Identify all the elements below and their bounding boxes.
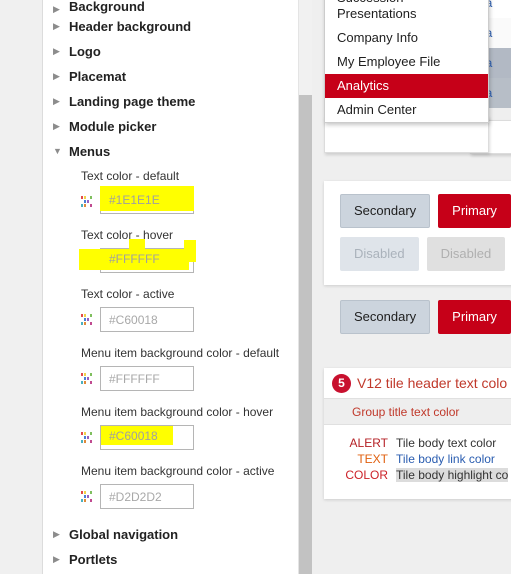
tile-body-highlight: Tile body highlight co [396, 468, 509, 482]
text-color-active-input[interactable] [100, 307, 194, 332]
primary-button-alt[interactable]: Primary [438, 300, 511, 334]
menu-item-admin-center[interactable]: Admin Center [325, 98, 488, 122]
menu-item-bg-hover-input[interactable] [100, 425, 194, 450]
tree-node-label: Global navigation [69, 527, 179, 542]
field-label: Text color - hover [81, 228, 174, 242]
tree-node-label: Logo [69, 44, 101, 59]
left-gutter [0, 0, 43, 574]
tile-body-text-line: Tile body text color [396, 435, 511, 451]
theme-preview-area: w ba w ba w ba w ba Succession Presentat… [312, 0, 511, 574]
tree-node-label: Landing page theme [69, 94, 196, 109]
field-row [81, 366, 296, 391]
tile-body-link[interactable]: Tile body link color [396, 452, 495, 466]
field-text-color-active: Text color - active [81, 286, 296, 332]
color-swatch-icon[interactable] [81, 373, 92, 384]
chevron-right-icon[interactable]: ▶ [53, 72, 67, 81]
field-label: Text color - active [81, 287, 175, 301]
field-text-color-hover: Text color - hover #FFFFFF [79, 227, 296, 273]
tile-subheader: Group title text color [324, 398, 511, 425]
field-row: #C60018 [81, 425, 296, 450]
tree-node-label: Module picker [69, 119, 157, 134]
tree-node-landing-page-theme[interactable]: ▶ Landing page theme [43, 89, 296, 114]
menu-item-my-employee-file[interactable]: My Employee File [325, 50, 488, 74]
chevron-right-icon[interactable]: ▶ [53, 5, 67, 14]
step-badge: 5 [332, 373, 351, 393]
tree-node-menus[interactable]: ▼ Menus [43, 139, 296, 164]
field-label: Menu item background color - hover [81, 405, 274, 419]
vertical-scrollbar[interactable] [298, 0, 313, 574]
tree-node-label: Portlets [69, 552, 118, 567]
tile-alert-line: ALERT [349, 436, 388, 450]
v12-tile-preview-card: 5 V12 tile header text colo Group title … [324, 368, 511, 499]
navigation-dropdown-menu: Succession Presentations Company Info My… [324, 0, 489, 123]
field-label: Text color - default [81, 169, 180, 183]
tile-header: 5 V12 tile header text colo [324, 368, 511, 398]
tree-node-label: Background [69, 0, 145, 14]
color-swatch-icon[interactable] [81, 255, 92, 266]
button-row-loose: Secondary Primary [340, 300, 511, 334]
color-swatch-icon[interactable] [81, 491, 92, 502]
chevron-right-icon[interactable]: ▶ [53, 22, 67, 31]
tree-node-label: Menus [69, 144, 111, 159]
disabled-primary-button: Disabled [426, 237, 506, 271]
tree-node-header-background[interactable]: ▶ Header background [43, 14, 296, 39]
tile-alert-column: ALERT TEXT COLOR [324, 435, 396, 483]
tile-body-text: Tile body text color [396, 436, 497, 450]
primary-button[interactable]: Primary [438, 194, 511, 228]
secondary-button-alt[interactable]: Secondary [340, 300, 431, 334]
text-color-default-input[interactable] [100, 189, 194, 214]
field-row [81, 484, 296, 509]
tree-node-portlets[interactable]: ▶ Portlets [43, 547, 296, 572]
tree-node-placemat[interactable]: ▶ Placemat [43, 64, 296, 89]
field-row [81, 307, 296, 332]
secondary-button[interactable]: Secondary [340, 194, 431, 228]
button-row-disabled: Disabled Disabled [340, 237, 511, 271]
field-menu-item-bg-default: Menu item background color - default [81, 345, 296, 391]
tile-body-highlight-line: Tile body highlight co [396, 467, 511, 483]
field-label: Menu item background color - active [81, 464, 275, 478]
chevron-right-icon[interactable]: ▶ [53, 122, 67, 131]
chevron-right-icon[interactable]: ▶ [53, 97, 67, 106]
menu-item-bg-active-input[interactable] [100, 484, 194, 509]
menu-item-analytics[interactable]: Analytics [325, 74, 488, 98]
menu-item-company-info[interactable]: Company Info [325, 26, 488, 50]
chevron-right-icon[interactable]: ▶ [53, 530, 67, 539]
theme-settings-tree-panel: ▶ Background ▶ Header background ▶ Logo … [43, 0, 296, 574]
scrollbar-thumb[interactable] [299, 95, 312, 574]
color-swatch-icon[interactable] [81, 432, 92, 443]
button-row-enabled: Secondary Primary [340, 194, 511, 228]
tile-body: ALERT TEXT COLOR Tile body text color Ti… [324, 425, 511, 499]
tree-node-background[interactable]: ▶ Background [43, 0, 296, 14]
chevron-down-icon[interactable]: ▼ [53, 147, 67, 156]
field-row: #FFFFFF [79, 239, 296, 273]
tree-node-module-picker[interactable]: ▶ Module picker [43, 114, 296, 139]
field-menu-item-bg-hover: Menu item background color - hover #C600… [81, 404, 296, 450]
menus-field-group: Text color - default #1E1E1E Text color … [43, 164, 296, 509]
tree-node-global-navigation[interactable]: ▶ Global navigation [43, 522, 296, 547]
tile-alert-line: COLOR [345, 468, 388, 482]
field-text-color-default: Text color - default #1E1E1E [81, 168, 296, 214]
menu-item-bg-default-input[interactable] [100, 366, 194, 391]
tile-alert-line: TEXT [357, 452, 388, 466]
tile-text-column: Tile body text color Tile body link colo… [396, 435, 511, 483]
field-label: Menu item background color - default [81, 346, 280, 360]
field-menu-item-bg-active: Menu item background color - active [81, 463, 296, 509]
text-color-hover-input[interactable] [100, 248, 194, 273]
tree-node-label: Header background [69, 19, 192, 34]
tree-node-label: Placemat [69, 69, 127, 84]
color-swatch-icon[interactable] [81, 314, 92, 325]
color-swatch-icon[interactable] [81, 196, 92, 207]
disabled-secondary-button: Disabled [340, 237, 419, 271]
button-showcase-card: Secondary Primary Disabled Disabled [324, 181, 511, 285]
tile-body-link-line: Tile body link color [396, 451, 511, 467]
chevron-right-icon[interactable]: ▶ [53, 47, 67, 56]
tree-node-logo[interactable]: ▶ Logo [43, 39, 296, 64]
menu-item-presentations[interactable]: Presentations [325, 2, 488, 26]
field-row: #1E1E1E [81, 186, 296, 214]
tile-header-label: V12 tile header text colo [357, 375, 508, 391]
chevron-right-icon[interactable]: ▶ [53, 555, 67, 564]
